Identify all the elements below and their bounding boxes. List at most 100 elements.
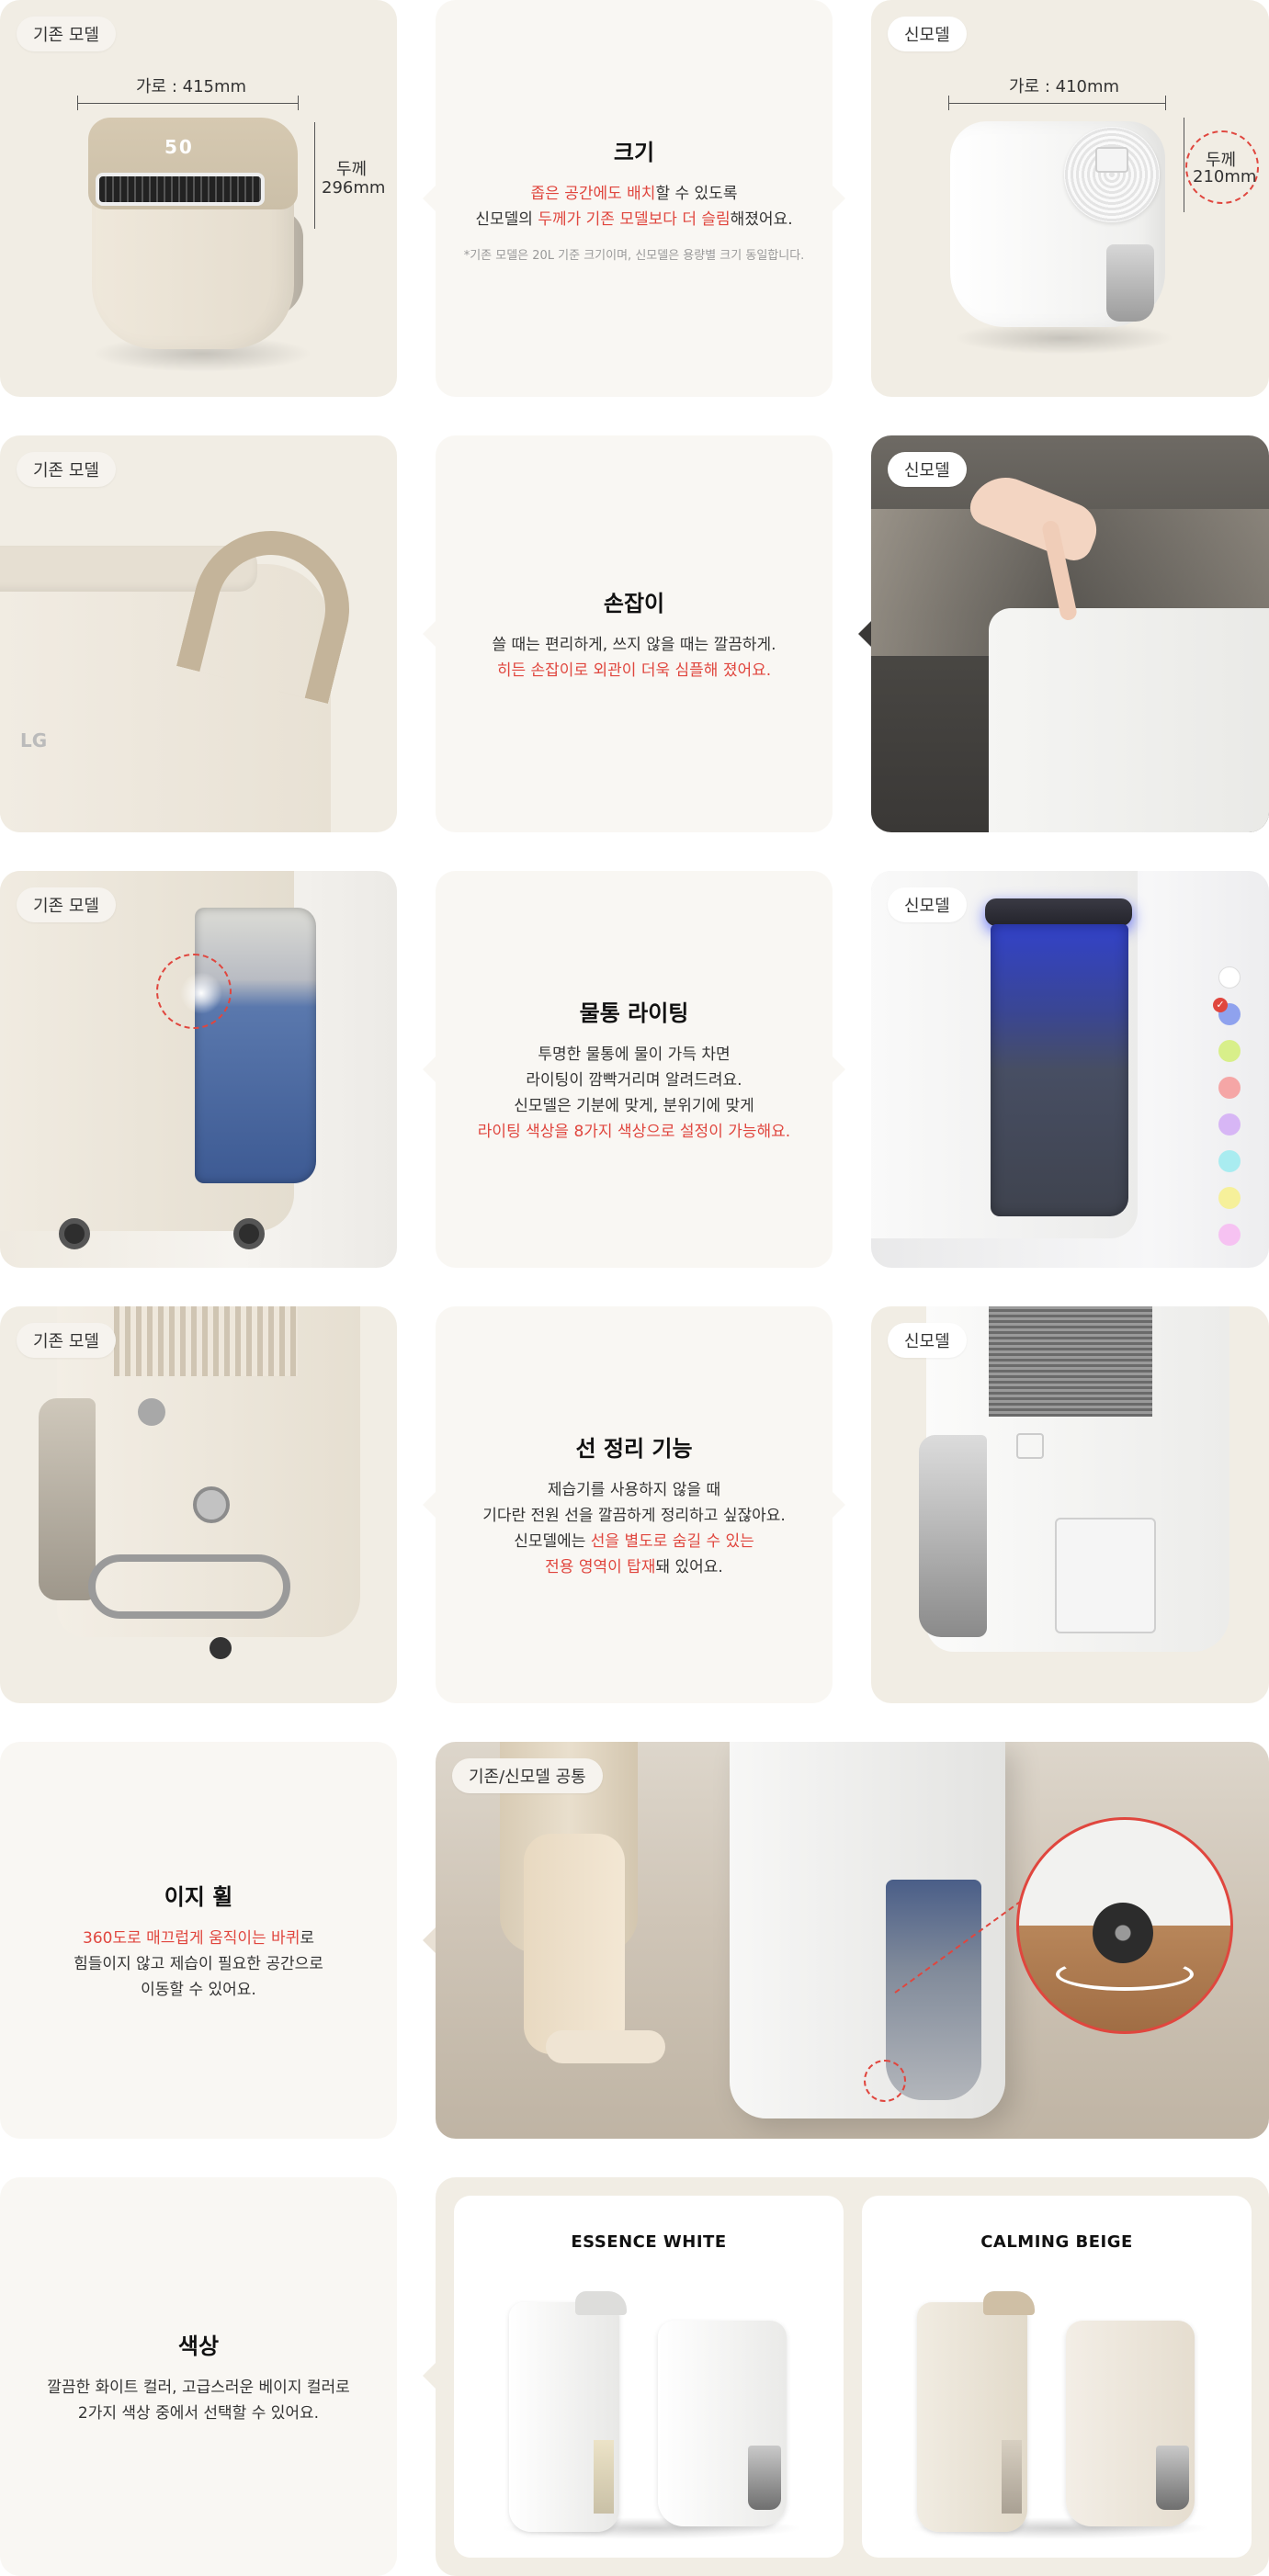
- old-depth-label: 두께: [336, 160, 368, 179]
- new-width-line: [948, 103, 1165, 104]
- old-width-tick-left: [77, 96, 78, 110]
- size-title: 크기: [613, 140, 655, 165]
- old-depth-line: [314, 122, 315, 229]
- handle-title: 손잡이: [603, 590, 665, 616]
- new-model-tag: 신모델: [888, 17, 967, 51]
- zoom-wheel: [1093, 1903, 1153, 1963]
- swatch-pink[interactable]: [1218, 1077, 1241, 1099]
- old-model-tag-3: 기존 모델: [17, 887, 116, 922]
- lighting-line-1: 투명한 물통에 물이 가득 차면: [538, 1045, 731, 1064]
- new-product-tank: [1106, 244, 1154, 322]
- old-handle-card: 기존 모델 LG: [0, 435, 397, 832]
- essence-large-handle: [575, 2291, 627, 2315]
- lighting-title: 물통 라이팅: [579, 1000, 689, 1026]
- wheel-line-1-red: 360도로 매끄럽게 움직이는 바퀴: [83, 1928, 300, 1948]
- lighting-highlight-circle: [156, 954, 232, 1029]
- wheel-left: [59, 1218, 90, 1249]
- cord-line-1: 제습기를 사용하지 않을 때: [547, 1480, 721, 1499]
- new-model-tag-3: 신모델: [888, 887, 967, 922]
- old-cord-filter: [114, 1306, 298, 1376]
- color-text-card: 색상 깔끔한 화이트 컬러, 고급스러운 베이지 컬러로 2가지 색상 중에서 …: [0, 2177, 397, 2576]
- essence-small-tank: [748, 2446, 781, 2510]
- wheel-highlight-small: [864, 2060, 906, 2102]
- old-cord-card: 기존 모델: [0, 1306, 397, 1703]
- wheel-right: [233, 1218, 265, 1249]
- old-cord-wheel: [210, 1637, 232, 1659]
- new-model-tag-2: 신모델: [888, 452, 967, 487]
- handle-pointer-right: [858, 621, 871, 647]
- new-width-label: 가로 : 410mm: [1009, 77, 1120, 96]
- new-cord-card: 신모델: [871, 1306, 1269, 1703]
- swatch-magenta[interactable]: [1218, 1224, 1241, 1246]
- old-width-tick-right: [298, 96, 299, 110]
- swatch-lavender[interactable]: [1218, 1113, 1241, 1135]
- wheel-line-1-rest: 로: [300, 1928, 314, 1948]
- new-lighting-tank: [991, 924, 1128, 1216]
- old-model-tag: 기존 모델: [17, 17, 116, 51]
- wheel-title: 이지 휠: [164, 1883, 233, 1910]
- lighting-line-4: 라이팅 색상을 8가지 색상으로 설정이 가능해요.: [477, 1122, 791, 1141]
- color-line-1: 깔끔한 화이트 컬러, 고급스러운 베이지 컬러로: [47, 2378, 350, 2397]
- old-lighting-card: 기존 모델: [0, 871, 397, 1268]
- handle-line-2: 히든 손잡이로 외관이 더욱 심플해 졌어요.: [496, 661, 772, 680]
- wheel-photo-card: 기존/신모델 공통: [436, 1742, 1269, 2139]
- cord-line-4-red: 전용 영역이 탑재: [545, 1557, 656, 1576]
- old-size-card: 기존 모델 가로 : 415mm 두께 296mm 50: [0, 0, 397, 397]
- lighting-pointer-left: [423, 1056, 436, 1082]
- size-pointer-right: [833, 186, 845, 211]
- calming-large-tank: [1002, 2440, 1022, 2514]
- size-line-2-rest: 해졌어요.: [730, 210, 793, 229]
- old-cord-tank: [39, 1398, 96, 1600]
- size-line-2: 신모델의 두께가 기존 모델보다 더 슬림해졌어요.: [475, 207, 792, 232]
- new-product-fan-handle: [1095, 147, 1128, 173]
- cord-text-card: 선 정리 기능 제습기를 사용하지 않을 때 기다란 전원 선을 깔끔하게 정리…: [436, 1306, 833, 1703]
- size-line-1-red: 좁은 공간에도 배치: [530, 185, 656, 203]
- old-cord-coil: [88, 1554, 290, 1619]
- color-pointer: [423, 2363, 436, 2389]
- swatch-yellow[interactable]: [1218, 1187, 1241, 1209]
- cord-pointer-right: [833, 1492, 845, 1518]
- wheel-pointer: [423, 1927, 436, 1953]
- lighting-text-card: 물통 라이팅 투명한 물통에 물이 가득 차면 라이팅이 깜빡거리며 알려드려요…: [436, 871, 833, 1268]
- old-cord-plug: [193, 1486, 230, 1523]
- size-pointer-left: [423, 186, 436, 211]
- swatch-cyan[interactable]: [1218, 1150, 1241, 1172]
- handle-text-card: 손잡이 쓸 때는 편리하게, 쓰지 않을 때는 깔끔하게. 히든 손잡이로 외관…: [436, 435, 833, 832]
- new-width-tick-left: [948, 96, 949, 110]
- swatch-white[interactable]: [1218, 966, 1241, 989]
- new-depth-value: 210mm: [1193, 167, 1257, 186]
- cord-line-2: 기다란 전원 선을 깔끔하게 정리하고 싶잖아요.: [482, 1506, 786, 1525]
- cord-line-4: 전용 영역이 탑재돼 있어요.: [545, 1554, 723, 1580]
- new-handle-card: 신모델: [871, 435, 1269, 832]
- slipper: [546, 2030, 665, 2063]
- new-cord-filter: [989, 1306, 1152, 1417]
- calming-small-tank: [1156, 2446, 1189, 2510]
- swatch-lime[interactable]: [1218, 1040, 1241, 1062]
- new-lighting-card: 신모델 ✓: [871, 871, 1269, 1268]
- old-cord-knob: [138, 1398, 165, 1426]
- new-size-card: 신모델 가로 : 410mm 두께 210mm: [871, 0, 1269, 397]
- new-product-fan: [1064, 127, 1160, 222]
- old-display-number: 50: [164, 136, 194, 158]
- old-product-display: 50: [114, 129, 252, 165]
- old-depth-value: 296mm: [322, 178, 386, 198]
- essence-large-tank: [594, 2440, 614, 2514]
- rotation-arrow-icon: [1056, 1958, 1194, 1991]
- handle-line-1: 쓸 때는 편리하게, 쓰지 않을 때는 깔끔하게.: [492, 635, 776, 654]
- cord-title: 선 정리 기능: [575, 1435, 693, 1462]
- new-lighting-top-ring: [985, 898, 1132, 926]
- size-line-2-red: 두께가 기존 모델보다 더 슬림: [538, 210, 731, 229]
- swatch-list: ✓: [1211, 963, 1248, 1257]
- size-line-2-a: 신모델의: [475, 210, 538, 229]
- essence-white-label: ESSENCE WHITE: [571, 2232, 727, 2252]
- person-legs: [524, 1834, 625, 2054]
- new-cord-compartment: [1055, 1518, 1156, 1633]
- color-line-2: 2가지 색상 중에서 선택할 수 있어요.: [77, 2403, 320, 2423]
- swatch-selected-check: ✓: [1213, 998, 1228, 1012]
- new-model-tag-4: 신모델: [888, 1323, 967, 1358]
- old-model-tag-4: 기존 모델: [17, 1323, 116, 1358]
- handle-pointer-left: [423, 621, 436, 647]
- cord-pointer-left: [423, 1492, 436, 1518]
- lighting-line-2: 라이팅이 깜빡거리며 알려드려요.: [526, 1070, 742, 1090]
- size-line-1: 좁은 공간에도 배치할 수 있도록: [531, 181, 738, 207]
